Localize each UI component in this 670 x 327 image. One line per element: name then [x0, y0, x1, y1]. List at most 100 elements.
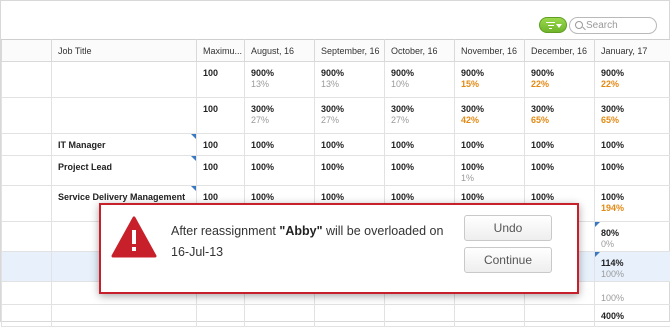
row-gutter [2, 305, 52, 327]
allocation-value: 100% [391, 140, 449, 151]
allocation-value: 100% [321, 192, 379, 203]
filter-lines-icon [546, 22, 555, 29]
allocation-value: 100% [531, 140, 589, 151]
allocation-cell: 100% [595, 156, 670, 186]
search-input[interactable]: Search [569, 17, 657, 34]
allocation-cell: 300%65% [525, 98, 595, 134]
allocation-cell: 100% [315, 134, 385, 156]
table-row[interactable]: Project Lead100100%100%100%100%1%100%100… [2, 156, 670, 186]
max-capacity-cell: 100 [197, 134, 245, 156]
allocation-cell: 300%27% [315, 98, 385, 134]
undo-button[interactable]: Undo [464, 215, 552, 241]
row-gutter [2, 156, 52, 186]
comment-flag-icon [191, 134, 196, 139]
allocation-value: 100% [251, 140, 309, 151]
allocation-cell: 100% [385, 156, 455, 186]
column-header[interactable]: November, 16 [455, 40, 525, 62]
utilization-value: 22% [601, 79, 666, 90]
dialog-message: After reassignment "Abby" will be overlo… [171, 221, 451, 263]
allocation-value: 114% [601, 258, 666, 269]
allocation-cell [525, 305, 595, 327]
utilization-value: 15% [461, 79, 519, 90]
allocation-value: 100% [251, 192, 309, 203]
allocation-cell: 300%27% [245, 98, 315, 134]
job-title-cell [52, 62, 197, 98]
overload-warning-dialog: After reassignment "Abby" will be overlo… [99, 203, 579, 294]
comment-flag-icon [191, 186, 196, 191]
allocation-value: 100% [601, 192, 666, 203]
allocation-cell: 300%27% [385, 98, 455, 134]
column-header[interactable]: December, 16 [525, 40, 595, 62]
allocation-cell: 900%13% [315, 62, 385, 98]
utilization-value: 13% [251, 79, 309, 90]
max-capacity-cell: 100 [197, 98, 245, 134]
allocation-value: 300% [321, 104, 379, 115]
row-gutter [2, 62, 52, 98]
utilization-value: 13% [321, 79, 379, 90]
resource-name: "Abby" [279, 224, 322, 238]
continue-button[interactable]: Continue [464, 247, 552, 273]
table-row[interactable]: IT Manager100 100% 100% 100% 100% 100% 100% [2, 134, 670, 156]
table-row[interactable]: 100300%27%300%27%300%27%300%42%300%65%30… [2, 98, 670, 134]
allocation-value: 100% [601, 140, 666, 151]
utilization-value: 22% [531, 79, 589, 90]
allocation-value: 100% [391, 162, 449, 173]
column-header[interactable] [2, 40, 52, 62]
allocation-cell: 100% [525, 156, 595, 186]
allocation-value: 80% [601, 228, 666, 239]
allocation-cell: 100%194% [595, 186, 670, 222]
utilization-value: 27% [251, 115, 309, 126]
column-header[interactable]: Maximu... [197, 40, 245, 62]
row-gutter [2, 98, 52, 134]
column-header[interactable]: August, 16 [245, 40, 315, 62]
allocation-cell: 100% [315, 156, 385, 186]
utilization-value: 194% [601, 203, 666, 214]
allocation-cell [245, 305, 315, 327]
warning-triangle-icon [111, 215, 157, 259]
allocation-value: 100% [251, 162, 309, 173]
allocation-cell: 900%22% [595, 62, 670, 98]
job-title-cell [52, 305, 197, 327]
column-header[interactable]: Job Title [52, 40, 197, 62]
allocation-cell: 900%13% [245, 62, 315, 98]
message-text-end: will be overloaded on [323, 224, 444, 238]
row-gutter [2, 222, 52, 252]
utilization-value: 65% [531, 115, 589, 126]
chevron-down-icon [556, 24, 562, 28]
overload-date: 16-Jul-13 [171, 245, 223, 259]
allocation-cell: 900%10% [385, 62, 455, 98]
allocation-cell: 100% [245, 134, 315, 156]
search-icon [575, 21, 583, 29]
table-row[interactable]: 400% [2, 305, 670, 327]
column-header[interactable]: January, 17 [595, 40, 670, 62]
column-header[interactable]: September, 16 [315, 40, 385, 62]
allocation-value: 300% [601, 104, 666, 115]
job-title-cell [52, 98, 197, 134]
allocation-cell: 100% [595, 134, 670, 156]
utilization-value: 10% [391, 79, 449, 90]
allocation-value: 900% [601, 68, 666, 79]
allocation-value: 100% [461, 140, 519, 151]
filter-button[interactable] [539, 17, 567, 33]
allocation-cell: 114%100% [595, 252, 670, 282]
allocation-value: 900% [461, 68, 519, 79]
utilization-value: 42% [461, 115, 519, 126]
allocation-value: 100% [321, 162, 379, 173]
column-header[interactable]: October, 16 [385, 40, 455, 62]
allocation-value: 900% [251, 68, 309, 79]
allocation-value: 100% [531, 162, 589, 173]
message-text: After reassignment [171, 224, 279, 238]
allocation-value: 300% [531, 104, 589, 115]
allocation-value: 300% [391, 104, 449, 115]
toolbar: Search [1, 1, 670, 39]
row-gutter [2, 134, 52, 156]
allocation-cell [385, 305, 455, 327]
table-row[interactable]: 100900%13%900%13%900%10%900%15%900%22%90… [2, 62, 670, 98]
utilization-value: 27% [321, 115, 379, 126]
utilization-value: 27% [391, 115, 449, 126]
comment-flag-icon [191, 156, 196, 161]
job-title-cell: IT Manager [52, 134, 197, 156]
allocation-value: 100% [601, 162, 666, 173]
allocation-cell: 300%65% [595, 98, 670, 134]
row-gutter [2, 282, 52, 305]
